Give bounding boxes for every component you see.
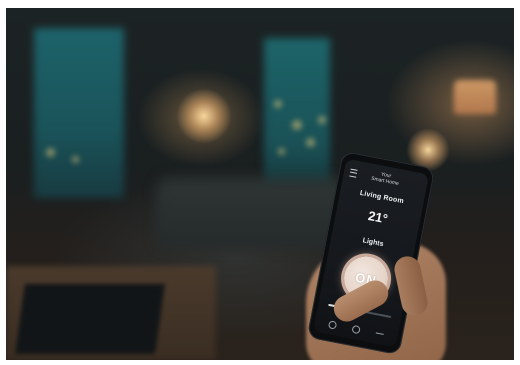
bokeh-light bbox=[72, 156, 79, 163]
bokeh-light bbox=[278, 148, 285, 155]
bokeh-light bbox=[46, 148, 55, 157]
floor-lamp bbox=[454, 80, 496, 114]
smart-home-photo: Your Smart Home Living Room 21° Lights O… bbox=[6, 8, 514, 360]
nav-home-icon[interactable] bbox=[351, 324, 361, 335]
sofa bbox=[156, 178, 346, 248]
laptop bbox=[15, 284, 165, 354]
bokeh-light bbox=[292, 120, 302, 130]
bokeh-light bbox=[274, 100, 282, 108]
nav-back-icon[interactable] bbox=[327, 320, 338, 330]
lights-label: Lights bbox=[362, 237, 384, 249]
temperature-readout: 21° bbox=[366, 207, 390, 227]
bokeh-light bbox=[318, 116, 326, 124]
bokeh-light bbox=[306, 138, 315, 147]
lamp-glow bbox=[176, 88, 232, 144]
window-right bbox=[264, 38, 330, 188]
nav-recent-icon[interactable] bbox=[375, 329, 385, 335]
window-left bbox=[34, 28, 124, 198]
